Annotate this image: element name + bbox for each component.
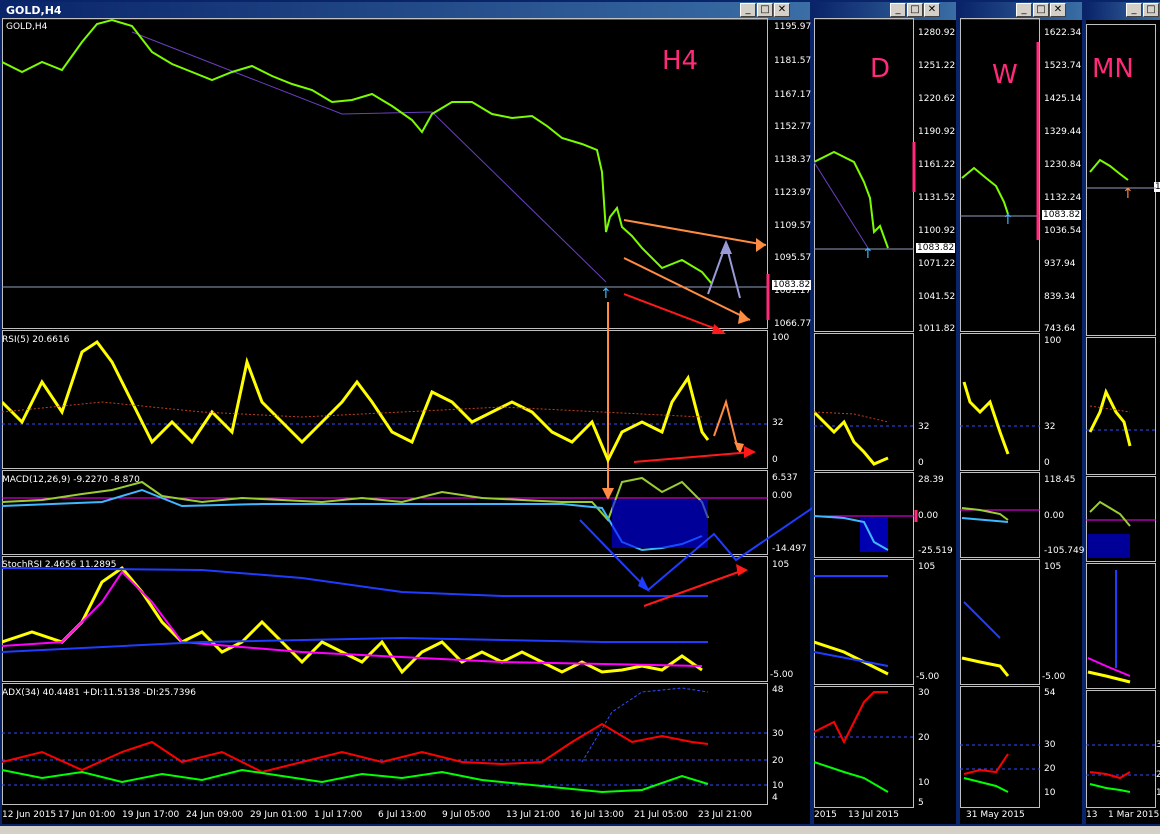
stoch-series xyxy=(2,565,703,675)
macd-signal-series xyxy=(2,476,709,522)
monthly-chart-window[interactable]: _ □ MN 1 30 20 10 13 1 Mar 2015 ↑ xyxy=(1084,0,1160,826)
adx-plus-series xyxy=(2,722,709,774)
weekly-chart-drawing[interactable]: ↑ xyxy=(960,2,1086,828)
svg-text:↑: ↑ xyxy=(600,286,612,302)
weekly-chart-window[interactable]: _ □ ✕ W 1622.34 1523.74 1425.14 1329.44 … xyxy=(958,0,1084,826)
status-bar xyxy=(0,826,1160,834)
daily-chart-window[interactable]: _ □ ✕ D 1280.92 1251.22 1220.62 1190.92 … xyxy=(812,0,958,826)
svg-text:↑: ↑ xyxy=(1002,212,1014,228)
daily-chart-drawing[interactable]: ↑ xyxy=(814,2,960,828)
monthly-chart-drawing[interactable]: ↑ xyxy=(1086,2,1160,828)
rsi-series xyxy=(2,339,710,464)
h4-chart-window[interactable]: GOLD,H4 _ □ ✕ GOLD,H4 H4 1195.97 1181.57… xyxy=(0,0,814,828)
adx-minus-series xyxy=(2,768,709,794)
svg-text:↑: ↑ xyxy=(1122,186,1134,202)
svg-text:↑: ↑ xyxy=(862,246,874,262)
h4-price-series xyxy=(2,18,713,285)
h4-chart-drawing[interactable]: ↑ xyxy=(2,2,814,828)
